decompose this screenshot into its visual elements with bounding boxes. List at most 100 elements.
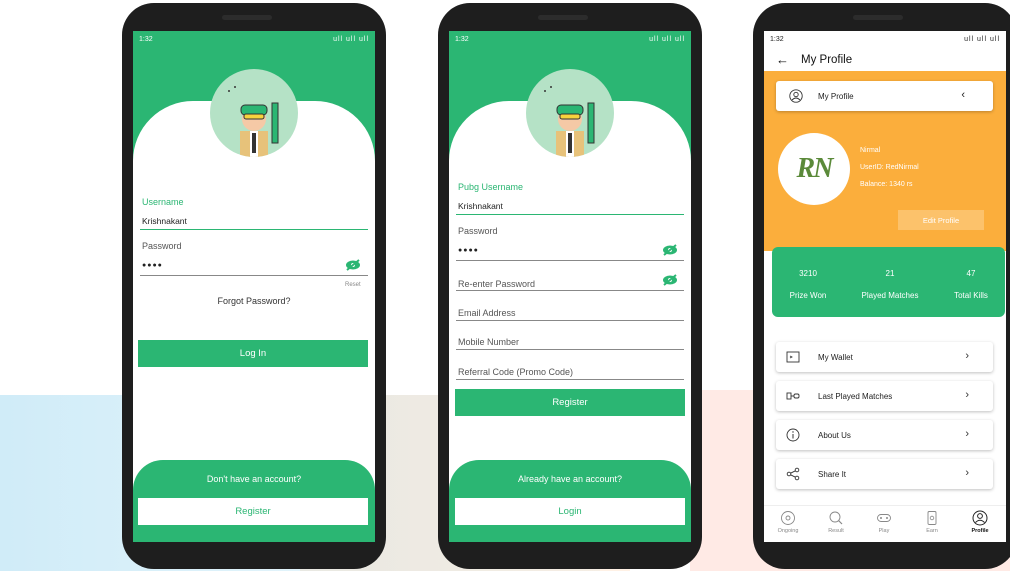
my-profile-card[interactable]: My Profile ‹ bbox=[776, 81, 993, 111]
register-button[interactable]: Register bbox=[455, 389, 685, 416]
player-avatar bbox=[210, 69, 298, 157]
email-underline bbox=[456, 320, 684, 321]
share-icon bbox=[786, 467, 800, 481]
email-input[interactable]: Email Address bbox=[458, 308, 516, 318]
login-button[interactable]: Log In bbox=[138, 340, 368, 367]
reset-link[interactable]: Reset bbox=[345, 282, 361, 288]
chevron-right-icon: › bbox=[965, 428, 969, 440]
nav-play[interactable]: Play bbox=[864, 510, 904, 534]
status-time: 1:32 bbox=[139, 36, 153, 43]
profile-screen: 1:32 ull ull ull ← My Profile My Profile… bbox=[764, 31, 1006, 542]
page-title: My Profile bbox=[801, 54, 853, 66]
menu-item-wallet[interactable]: My Wallet › bbox=[776, 342, 993, 372]
earn-icon bbox=[927, 511, 937, 525]
nav-result[interactable]: Result bbox=[816, 510, 856, 534]
nav-earn[interactable]: Earn bbox=[912, 510, 952, 534]
login-button[interactable]: Login bbox=[455, 498, 685, 525]
menu-item-about-us[interactable]: About Us › bbox=[776, 420, 993, 450]
status-icons: ull ull ull bbox=[964, 36, 1000, 43]
eye-off-icon[interactable] bbox=[662, 244, 678, 256]
chevron-right-icon: › bbox=[965, 350, 969, 362]
profile-balance: Balance: 1340 rs bbox=[860, 181, 913, 188]
forgot-password-link[interactable]: Forgot Password? bbox=[133, 296, 375, 306]
menu-label: Share It bbox=[818, 470, 847, 479]
bottom-navigation: Ongoing Result Play Earn Profile bbox=[764, 505, 1006, 542]
eye-off-icon[interactable] bbox=[345, 259, 361, 271]
profile-userid: UserID: RedNirmal bbox=[860, 164, 919, 171]
profile-icon bbox=[972, 510, 988, 526]
ongoing-icon bbox=[781, 511, 795, 525]
stat-total-kills-label: Total Kills bbox=[954, 291, 988, 300]
nav-label: Earn bbox=[926, 528, 938, 534]
referral-input[interactable]: Referral Code (Promo Code) bbox=[458, 367, 573, 377]
phone-login: 1:32 ull ull ull Username Krishnakant Pa… bbox=[122, 3, 386, 569]
nav-label: Ongoing bbox=[777, 528, 799, 534]
mobile-underline bbox=[456, 349, 684, 350]
matches-icon bbox=[786, 392, 800, 400]
stat-total-kills-value: 47 bbox=[966, 269, 976, 278]
register-footer: Already have an account? Login bbox=[449, 460, 691, 542]
login-screen: 1:32 ull ull ull Username Krishnakant Pa… bbox=[133, 31, 375, 542]
profile-app-bar: ← My Profile bbox=[764, 49, 1006, 71]
chevron-right-icon: › bbox=[965, 467, 969, 479]
logo-text: RN bbox=[796, 153, 834, 184]
username-label: Username bbox=[142, 197, 184, 207]
pubg-username-input[interactable]: Krishnakant bbox=[458, 201, 503, 211]
play-icon bbox=[877, 514, 891, 522]
nav-ongoing[interactable]: Ongoing bbox=[768, 510, 808, 534]
register-button[interactable]: Register bbox=[138, 498, 368, 525]
edit-profile-button[interactable]: Edit Profile bbox=[898, 210, 984, 230]
register-screen: 1:32 ull ull ull Pubg Username Krishnaka… bbox=[449, 31, 691, 542]
stats-panel: 3210 Prize Won 21 Played Matches 47 Tota… bbox=[772, 247, 1005, 317]
username-underline bbox=[140, 229, 368, 230]
phone-register: 1:32 ull ull ull Pubg Username Krishnaka… bbox=[438, 3, 702, 569]
nav-label: Profile bbox=[971, 528, 989, 534]
nav-label: Result bbox=[828, 528, 844, 534]
nav-label: Play bbox=[878, 528, 890, 534]
result-icon bbox=[829, 511, 843, 525]
password-underline bbox=[456, 260, 684, 261]
password-label: Password bbox=[458, 226, 498, 236]
my-profile-label: My Profile bbox=[818, 92, 854, 101]
username-input[interactable]: Krishnakant bbox=[142, 216, 187, 226]
mobile-input[interactable]: Mobile Number bbox=[458, 337, 519, 347]
login-footer: Don't have an account? Register bbox=[133, 460, 375, 542]
phone-profile: 1:32 ull ull ull ← My Profile My Profile… bbox=[753, 3, 1010, 569]
status-bar: 1:32 ull ull ull bbox=[449, 31, 691, 49]
reenter-underline bbox=[456, 290, 684, 291]
reenter-password-input[interactable]: Re-enter Password bbox=[458, 279, 535, 289]
status-icons: ull ull ull bbox=[333, 36, 369, 43]
password-label: Password bbox=[142, 241, 182, 251]
menu-item-share-it[interactable]: Share It › bbox=[776, 459, 993, 489]
menu-label: Last Played Matches bbox=[818, 392, 893, 401]
chevron-right-icon: › bbox=[965, 389, 969, 401]
info-icon bbox=[786, 428, 800, 442]
status-time: 1:32 bbox=[770, 36, 784, 43]
status-icons: ull ull ull bbox=[649, 36, 685, 43]
wallet-icon bbox=[786, 351, 800, 363]
password-input[interactable]: ●●●● bbox=[458, 247, 479, 254]
stat-prize-won-value: 3210 bbox=[799, 269, 817, 278]
password-underline bbox=[140, 275, 368, 276]
player-avatar bbox=[526, 69, 614, 157]
nav-profile[interactable]: Profile bbox=[960, 510, 1000, 534]
stat-played-matches-label: Played Matches bbox=[861, 291, 919, 300]
referral-underline bbox=[456, 379, 684, 380]
status-bar: 1:32 ull ull ull bbox=[133, 31, 375, 49]
profile-logo: RN bbox=[778, 133, 850, 205]
back-arrow-icon[interactable]: ← bbox=[776, 52, 789, 67]
eye-off-icon[interactable] bbox=[662, 274, 678, 286]
login-prompt: Already have an account? bbox=[517, 474, 623, 484]
user-icon bbox=[789, 89, 803, 103]
password-input[interactable]: ●●●● bbox=[142, 262, 163, 269]
menu-label: About Us bbox=[818, 431, 851, 440]
menu-item-last-played-matches[interactable]: Last Played Matches › bbox=[776, 381, 993, 411]
chevron-left-icon[interactable]: ‹ bbox=[961, 89, 965, 101]
stat-prize-won-label: Prize Won bbox=[789, 291, 827, 300]
profile-name: Nirmal bbox=[860, 147, 881, 154]
status-bar: 1:32 ull ull ull bbox=[764, 31, 1006, 49]
menu-label: My Wallet bbox=[818, 353, 853, 362]
status-time: 1:32 bbox=[455, 36, 469, 43]
pubg-username-label: Pubg Username bbox=[458, 182, 524, 192]
stat-played-matches-value: 21 bbox=[885, 269, 895, 278]
